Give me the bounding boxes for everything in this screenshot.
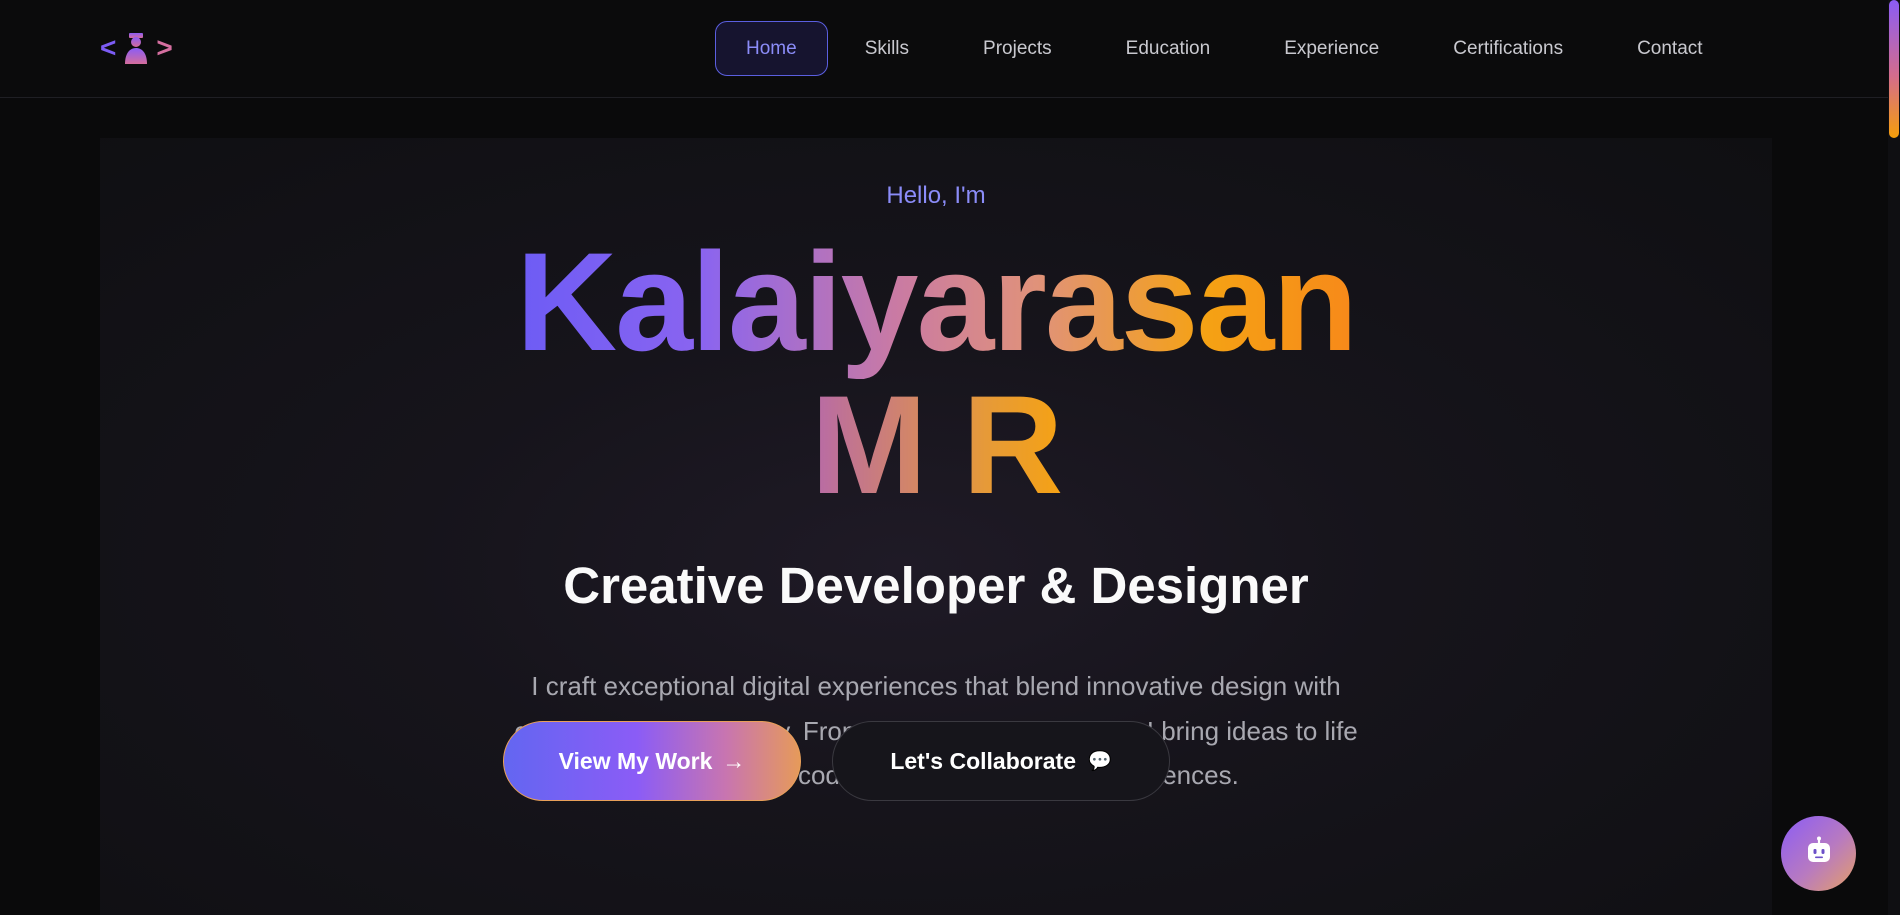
nav-item-home[interactable]: Home <box>715 21 828 76</box>
lets-collaborate-label: Let's Collaborate <box>890 747 1076 774</box>
view-my-work-button[interactable]: View My Work → <box>503 721 801 801</box>
robot-icon <box>1804 836 1834 871</box>
lets-collaborate-button[interactable]: Let's Collaborate 💬 <box>832 721 1170 801</box>
view-my-work-label: View My Work <box>558 747 713 774</box>
arrow-right-icon: → <box>722 747 746 774</box>
speech-bubble-icon: 💬 <box>1088 751 1112 772</box>
page-scrollbar[interactable] <box>1888 0 1900 915</box>
hero-greeting: Hello, I'm <box>886 182 986 209</box>
logo-right-bracket: > <box>156 32 173 63</box>
chatbot-button[interactable] <box>1781 816 1856 891</box>
scrollbar-thumb[interactable] <box>1889 0 1899 138</box>
site-logo[interactable]: < > <box>100 30 173 66</box>
hero-name-line2: M R <box>810 366 1064 523</box>
hero-name-line1: Kalaiyarasan <box>516 223 1358 380</box>
logo-left-bracket: < <box>100 32 117 63</box>
hero-name: Kalaiyarasan M R <box>100 230 1772 516</box>
nav-menu: Home Skills Projects Education Experienc… <box>715 21 1740 76</box>
nav-item-projects[interactable]: Projects <box>946 21 1089 76</box>
nav-item-certifications[interactable]: Certifications <box>1416 21 1600 76</box>
top-navbar: < > Home Skills Projects Education Exper… <box>0 0 1888 98</box>
nav-item-experience[interactable]: Experience <box>1247 21 1416 76</box>
nav-item-contact[interactable]: Contact <box>1600 21 1739 76</box>
nav-item-education[interactable]: Education <box>1089 21 1248 76</box>
person-icon <box>122 31 150 65</box>
hero-role: Creative Developer & Designer <box>563 557 1309 614</box>
nav-item-skills[interactable]: Skills <box>828 21 946 76</box>
